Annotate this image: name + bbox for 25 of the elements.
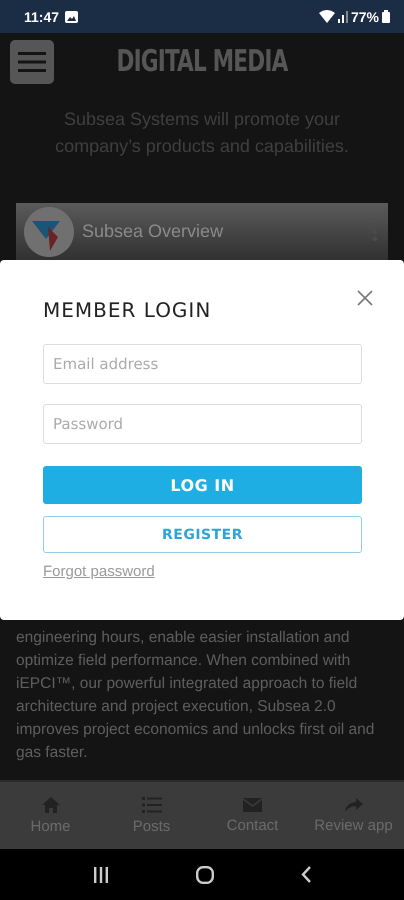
menu-icon <box>18 51 46 73</box>
clock-time: 11:47 <box>24 8 60 24</box>
video-title: Subsea Overview <box>82 221 224 242</box>
menu-button[interactable] <box>10 40 54 84</box>
wifi-icon <box>318 10 335 23</box>
logo-icon <box>24 206 74 256</box>
share-arrow-icon <box>344 798 362 812</box>
forgot-password-link[interactable]: Forgot password <box>43 563 155 580</box>
recent-apps-icon[interactable] <box>93 866 110 882</box>
body-text: engineering hours, enable easier installation and optimize field performance. When combined with iEPCI™, our powerful integrated approach to field architecture and project execution, Subsea 2.0 improves project economics and unlocks first oil and gas faster. <box>16 628 376 763</box>
envelope-icon <box>243 798 262 812</box>
list-icon <box>142 796 162 812</box>
close-icon[interactable] <box>357 290 373 306</box>
image-icon <box>65 10 78 22</box>
home-icon <box>42 796 60 812</box>
back-icon[interactable] <box>300 866 311 883</box>
modal-title: MEMBER LOGIN <box>43 297 212 322</box>
signal-icon <box>338 10 348 22</box>
register-button[interactable]: REGISTER <box>43 516 362 553</box>
login-button[interactable]: LOG IN <box>43 466 362 504</box>
password-field[interactable]: Password <box>43 404 362 444</box>
battery-icon <box>382 10 390 23</box>
page-title: DIGITAL MEDIA <box>115 43 290 81</box>
battery-percent: 77% <box>350 8 379 24</box>
email-field[interactable]: Email address <box>43 344 362 384</box>
